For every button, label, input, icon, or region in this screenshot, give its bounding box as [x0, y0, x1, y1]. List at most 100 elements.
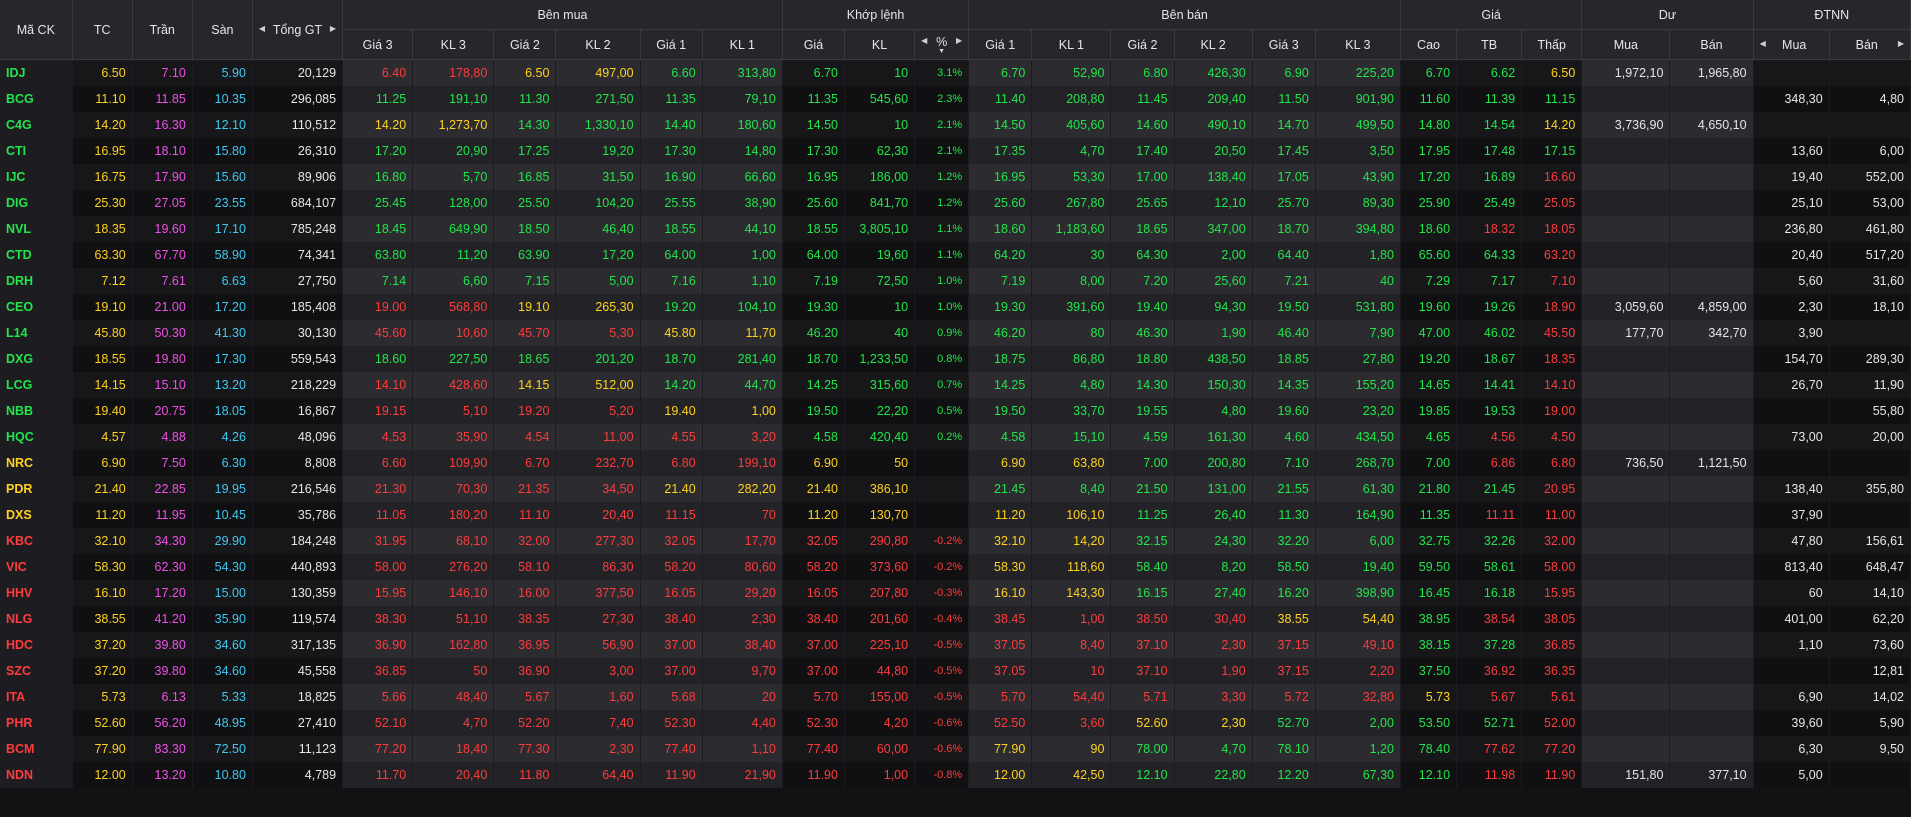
symbol-cell[interactable]: IDJ: [0, 59, 73, 86]
symbol-cell[interactable]: CTI: [0, 138, 73, 164]
symbol-cell[interactable]: NRC: [0, 450, 73, 476]
table-row[interactable]: PDR 21.40 22.85 19.95 216,546 21.30 70,30 21.35…: [0, 476, 1911, 502]
table-row[interactable]: VIC 58.30 62.30 54.30 440,893 58.00 276,20 58.1…: [0, 554, 1911, 580]
match-price-cell: 18.70: [782, 346, 845, 372]
table-row[interactable]: DXS 11.20 11.95 10.45 35,786 11.05 180,20 11.10…: [0, 502, 1911, 528]
table-row[interactable]: SZC 37.20 39.80 34.60 45,558 36.85 50 36.90 3,00…: [0, 658, 1911, 684]
column-header-average[interactable]: TB: [1456, 29, 1523, 60]
symbol-cell[interactable]: DIG: [0, 190, 73, 216]
symbol-cell[interactable]: NVL: [0, 216, 73, 242]
column-header-total-value[interactable]: ◀ Tổng GT ▶: [252, 0, 344, 60]
table-row[interactable]: NRC 6.90 7.50 6.30 8,808 6.60 109,90 6.70 232,70…: [0, 450, 1911, 476]
table-row[interactable]: L14 45.80 50.30 41.30 30,130 45.60 10,60 45.70 5…: [0, 320, 1911, 346]
group-header-buy-side-label: Bên mua: [537, 7, 588, 22]
table-row[interactable]: IJC 16.75 17.90 15.60 89,906 16.80 5,70 16.85 31…: [0, 164, 1911, 190]
table-row[interactable]: NDN 12.00 13.20 10.80 4,789 11.70 20,40 11.80 64…: [0, 762, 1911, 788]
column-header-sell-vol-2[interactable]: KL 2: [1174, 29, 1253, 60]
symbol-cell[interactable]: NDN: [0, 762, 73, 788]
symbol-cell[interactable]: C4G: [0, 112, 73, 138]
symbol-cell[interactable]: DXS: [0, 502, 73, 528]
symbol-cell[interactable]: DRH: [0, 268, 73, 294]
scroll-left-icon[interactable]: ◀: [1760, 39, 1766, 48]
symbol-cell[interactable]: BCG: [0, 86, 73, 112]
table-row[interactable]: CTD 63.30 67.70 58.90 74,341 63.80 11,20 63.90 1…: [0, 242, 1911, 268]
column-header-match-vol[interactable]: KL: [844, 29, 916, 60]
column-header-buy-vol-2[interactable]: KL 2: [555, 29, 641, 60]
symbol-cell[interactable]: DXG: [0, 346, 73, 372]
table-row[interactable]: NLG 38.55 41.20 35.90 119,574 38.30 51,10 38.35…: [0, 606, 1911, 632]
column-header-foreign-buy[interactable]: ◀ Mua: [1753, 29, 1830, 60]
symbol-cell[interactable]: KBC: [0, 528, 73, 554]
scroll-right-icon[interactable]: ▶: [1898, 39, 1904, 48]
symbol-cell[interactable]: L14: [0, 320, 73, 346]
buy-vol-2-cell: 497,00: [555, 59, 641, 86]
ceiling-price-cell: 16.30: [132, 112, 193, 138]
symbol-cell[interactable]: ITA: [0, 684, 73, 710]
symbol-cell[interactable]: HHV: [0, 580, 73, 606]
column-header-buy-price-1[interactable]: Giá 1: [640, 29, 703, 60]
symbol-cell[interactable]: NLG: [0, 606, 73, 632]
table-row[interactable]: DIG 25.30 27.05 23.55 684,107 25.45 128,00 25.5…: [0, 190, 1911, 216]
foreign-sell-cell: [1829, 502, 1911, 528]
column-header-ceiling[interactable]: Trần: [132, 0, 193, 60]
symbol-cell[interactable]: LCG: [0, 372, 73, 398]
column-header-high[interactable]: Cao: [1400, 29, 1458, 60]
column-header-change-pct[interactable]: ◀% ▶ ▼: [914, 29, 970, 60]
table-row[interactable]: KBC 32.10 34.30 29.90 184,248 31.95 68,10 32.00…: [0, 528, 1911, 554]
scroll-right-icon[interactable]: ▶: [330, 24, 336, 33]
column-header-reference[interactable]: TC: [72, 0, 133, 60]
column-header-sell-price-3-label: Giá 3: [1268, 37, 1299, 52]
symbol-cell[interactable]: HDC: [0, 632, 73, 658]
table-row[interactable]: CEO 19.10 21.00 17.20 185,408 19.00 568,80 19.1…: [0, 294, 1911, 320]
table-row[interactable]: HHV 16.10 17.20 15.00 130,359 15.95 146,10 16.0…: [0, 580, 1911, 606]
column-header-buy-vol-3[interactable]: KL 3: [412, 29, 495, 60]
symbol-cell[interactable]: NBB: [0, 398, 73, 424]
column-header-outstanding-buy[interactable]: Mua: [1581, 29, 1671, 60]
table-row[interactable]: NVL 18.35 19.60 17.10 785,248 18.45 649,90 18.5…: [0, 216, 1911, 242]
scroll-left-icon[interactable]: ◀: [259, 24, 265, 33]
table-row[interactable]: BCM 77.90 83.30 72.50 11,123 77.20 18,40 77.30 2…: [0, 736, 1911, 762]
table-row[interactable]: ITA 5.73 6.13 5.33 18,825 5.66 48,40 5.67 1,60 5.…: [0, 684, 1911, 710]
foreign-sell-cell: 6,00: [1829, 138, 1911, 164]
table-row[interactable]: C4G 14.20 16.30 12.10 110,512 14.20 1,273,70 14…: [0, 112, 1911, 138]
change-pct-cell: -0.5%: [914, 684, 970, 710]
column-header-buy-price-2[interactable]: Giá 2: [493, 29, 557, 60]
table-row[interactable]: IDJ 6.50 7.10 5.90 20,129 6.40 178,80 6.50 497,0…: [0, 59, 1911, 86]
symbol-cell[interactable]: CEO: [0, 294, 73, 320]
column-header-match-price[interactable]: Giá: [782, 29, 845, 60]
table-row[interactable]: DRH 7.12 7.61 6.63 27,750 7.14 6,60 7.15 5,00 7.1…: [0, 268, 1911, 294]
column-header-buy-price-3[interactable]: Giá 3: [342, 29, 414, 60]
table-row[interactable]: NBB 19.40 20.75 18.05 16,867 19.15 5,10 19.20 5,…: [0, 398, 1911, 424]
symbol-cell[interactable]: CTD: [0, 242, 73, 268]
table-row[interactable]: HDC 37.20 39.80 34.60 317,135 36.90 162,80 36.9…: [0, 632, 1911, 658]
table-row[interactable]: PHR 52.60 56.20 48.95 27,410 52.10 4,70 52.20 7,…: [0, 710, 1911, 736]
scroll-left-icon[interactable]: ◀: [921, 36, 927, 45]
sell-price-1-cell: 14.50: [968, 112, 1033, 138]
sort-descending-icon[interactable]: ▼: [921, 48, 962, 55]
symbol-cell[interactable]: SZC: [0, 658, 73, 684]
low-price-cell: 14.10: [1521, 372, 1583, 398]
column-header-buy-vol-1[interactable]: KL 1: [702, 29, 783, 60]
symbol-cell[interactable]: VIC: [0, 554, 73, 580]
column-header-sell-price-1[interactable]: Giá 1: [968, 29, 1033, 60]
column-header-sell-price-3[interactable]: Giá 3: [1252, 29, 1316, 60]
scroll-right-icon[interactable]: ▶: [956, 36, 962, 45]
symbol-cell[interactable]: PHR: [0, 710, 73, 736]
symbol-cell[interactable]: HQC: [0, 424, 73, 450]
column-header-symbol[interactable]: Mã CK: [0, 0, 73, 60]
table-row[interactable]: HQC 4.57 4.88 4.26 48,096 4.53 35,90 4.54 11,00 4…: [0, 424, 1911, 450]
table-row[interactable]: CTI 16.95 18.10 15.80 26,310 17.20 20,90 17.25 1…: [0, 138, 1911, 164]
column-header-low[interactable]: Thấp: [1521, 29, 1583, 60]
column-header-sell-price-2[interactable]: Giá 2: [1110, 29, 1175, 60]
table-row[interactable]: LCG 14.15 15.10 13.20 218,229 14.10 428,60 14.1…: [0, 372, 1911, 398]
column-header-outstanding-sell[interactable]: Bán: [1669, 29, 1754, 60]
column-header-sell-vol-3[interactable]: KL 3: [1315, 29, 1401, 60]
table-row[interactable]: DXG 18.55 19.80 17.30 559,543 18.60 227,50 18.6…: [0, 346, 1911, 372]
symbol-cell[interactable]: PDR: [0, 476, 73, 502]
column-header-floor[interactable]: Sàn: [192, 0, 253, 60]
column-header-sell-vol-1[interactable]: KL 1: [1031, 29, 1112, 60]
symbol-cell[interactable]: IJC: [0, 164, 73, 190]
symbol-cell[interactable]: BCM: [0, 736, 73, 762]
table-row[interactable]: BCG 11.10 11.85 10.35 296,085 11.25 191,10 11.3…: [0, 86, 1911, 112]
column-header-foreign-sell[interactable]: Bán ▶: [1829, 29, 1911, 60]
